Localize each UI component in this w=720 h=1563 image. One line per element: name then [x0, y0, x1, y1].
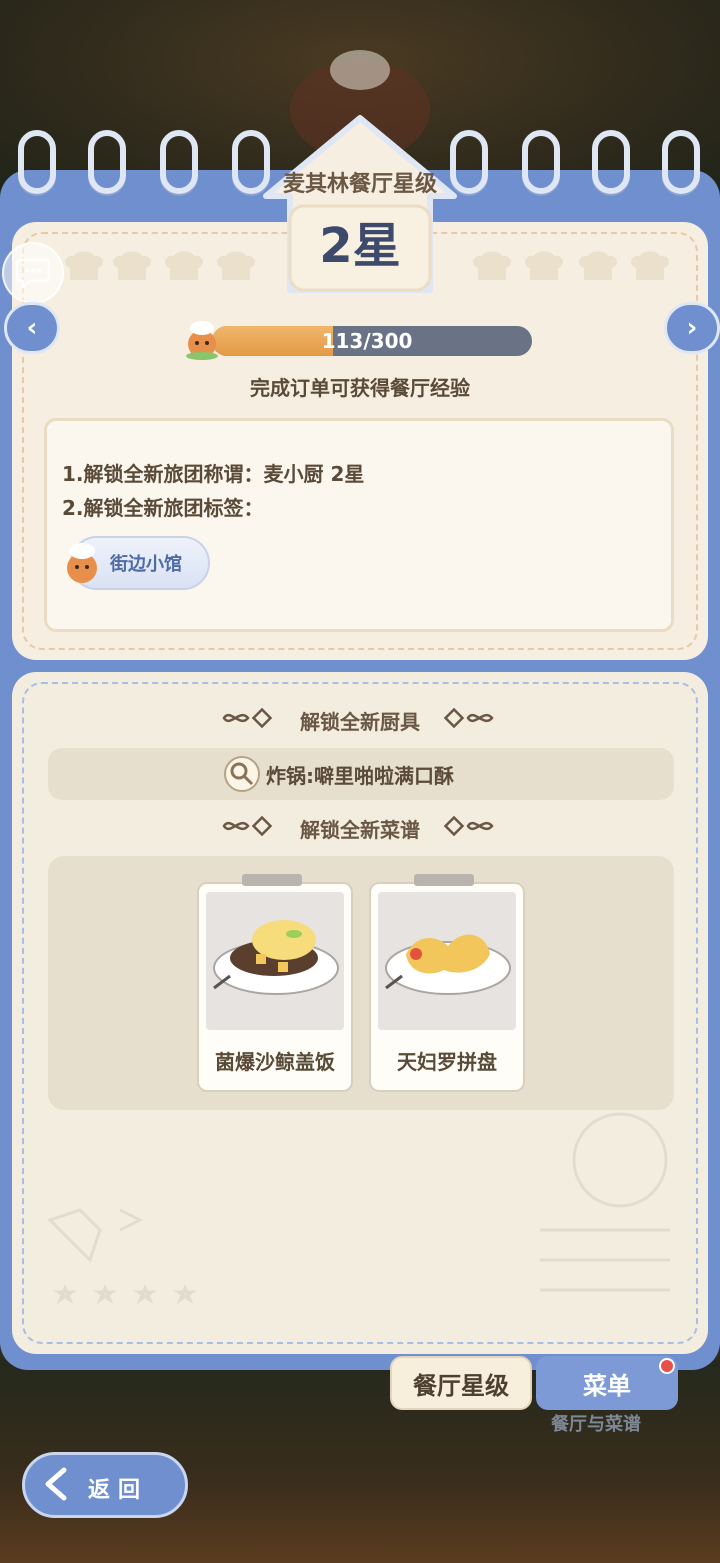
tools-heading: 解锁全新厨具	[300, 710, 420, 734]
chef-hat-icon	[65, 251, 103, 280]
reward-tag-line: 2.解锁全新旅团标签：	[62, 496, 264, 520]
recipe-image	[378, 892, 516, 1030]
chef-hat-icon	[217, 251, 255, 280]
previous-level-button[interactable]: ‹	[4, 302, 60, 354]
next-level-button[interactable]: ›	[664, 302, 720, 354]
tab-menu[interactable]: 菜单	[536, 1356, 678, 1410]
chef-mascot-icon	[186, 321, 218, 360]
chat-icon	[16, 258, 50, 288]
faint-mascot-decoration	[540, 1112, 670, 1292]
chef-hat-icon	[579, 251, 617, 280]
experience-hint: 完成订单可获得餐厅经验	[250, 376, 470, 400]
back-arrow-icon	[45, 1467, 67, 1501]
chef-hat-icon	[631, 251, 669, 280]
chef-hat-icon	[525, 251, 563, 280]
chef-hat-icon	[165, 251, 203, 280]
progress-value: 113/300	[321, 329, 413, 353]
notification-dot	[659, 1358, 675, 1374]
chef-mascot-icon	[67, 543, 97, 583]
ornament-right-icon	[444, 816, 494, 836]
chef-hat-icon	[473, 251, 511, 280]
star-level: 2星	[319, 218, 401, 274]
rewards-box	[44, 418, 674, 632]
arrow-left-icon: ‹	[26, 313, 38, 343]
back-label: 返回	[88, 1478, 149, 1503]
group-tag-label: 街边小馆	[110, 554, 182, 575]
chat-button[interactable]	[2, 242, 64, 304]
recipe-name: 菌爆沙鲸盖饭	[215, 1050, 335, 1074]
tab-subtitle: 餐厅与菜谱	[551, 1414, 641, 1435]
recipe-clip	[414, 874, 474, 886]
spiral-ring	[160, 130, 198, 194]
spiral-ring	[522, 130, 560, 194]
recipe-clip	[242, 874, 302, 886]
progress-text: 113/300	[212, 326, 532, 356]
tool-unlock-label: 炸锅:噼里啪啦满口酥	[266, 764, 454, 788]
recipe-name: 天妇罗拼盘	[397, 1050, 497, 1074]
recipe-list	[48, 856, 674, 1110]
page-title: 麦其林餐厅星级	[282, 172, 437, 197]
tab-restaurant-rating[interactable]: 餐厅星级	[390, 1356, 532, 1410]
chef-hat-icon	[113, 251, 151, 280]
spiral-ring	[662, 130, 700, 194]
faint-doodle-decoration	[47, 1208, 197, 1304]
spiral-ring	[592, 130, 630, 194]
reward-title-line: 1.解锁全新旅团称谓：麦小厨 2星	[62, 462, 365, 486]
spiral-ring	[18, 130, 56, 194]
frying-pan-icon	[224, 756, 260, 792]
arrow-right-icon: ›	[686, 313, 698, 343]
recipes-heading: 解锁全新菜谱	[300, 818, 420, 842]
recipe-image	[206, 892, 344, 1030]
spiral-ring	[88, 130, 126, 194]
ornament-right-icon	[444, 708, 494, 728]
